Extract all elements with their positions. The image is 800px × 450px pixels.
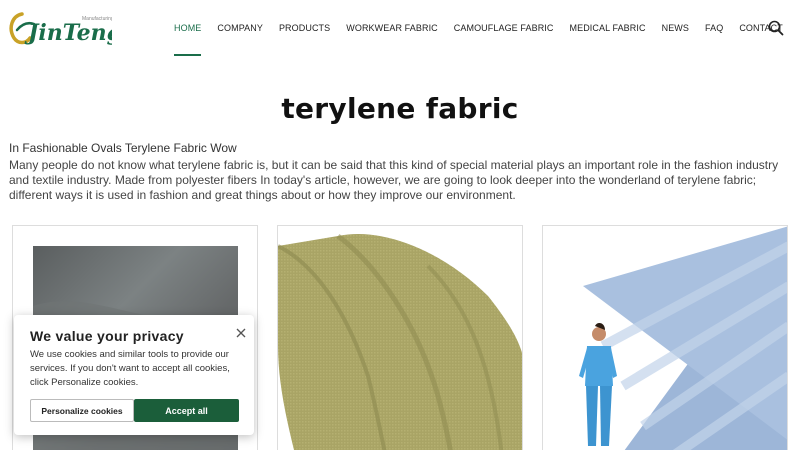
product-card-khaki-fabric[interactable] [277,225,523,450]
search-icon[interactable] [768,20,784,36]
nav-company[interactable]: COMPANY [217,0,263,58]
product-card-medical-fabric[interactable] [542,225,788,450]
nav-faq[interactable]: FAQ [705,0,723,58]
jinteng-logo[interactable]: JinTeng Manufacturing [8,10,112,46]
nav-camouflage-fabric[interactable]: CAMOUFLAGE FABRIC [454,0,554,58]
intro-paragraph: Many people do not know what terylene fa… [9,158,779,202]
cookie-title: We value your privacy [30,328,184,344]
personalize-cookies-button[interactable]: Personalize cookies [30,399,134,422]
nav-home[interactable]: HOME [174,0,202,58]
nav-workwear-fabric[interactable]: WORKWEAR FABRIC [346,0,438,58]
logo-wordmark: JinTeng [24,20,112,46]
logo-tagline: Manufacturing [82,16,112,22]
nav-news[interactable]: NEWS [662,0,689,58]
accept-all-button[interactable]: Accept all [134,399,239,422]
main-nav: HOME COMPANY PRODUCTS WORKWEAR FABRIC CA… [166,0,791,58]
site-header: JinTeng Manufacturing HOME COMPANY PRODU… [0,0,800,58]
medical-scrubs-fabric-image [543,226,787,450]
page-subtitle: In Fashionable Ovals Terylene Fabric Wow [9,141,237,155]
cookie-text: We use cookies and similar tools to prov… [30,349,230,388]
khaki-fabric-image [278,226,522,450]
cookie-consent-dialog: We value your privacy We use cookies and… [14,315,254,435]
page-title: terylene fabric [281,92,519,125]
nav-products[interactable]: PRODUCTS [279,0,330,58]
nav-medical-fabric[interactable]: MEDICAL FABRIC [570,0,646,58]
close-icon[interactable] [235,326,247,338]
